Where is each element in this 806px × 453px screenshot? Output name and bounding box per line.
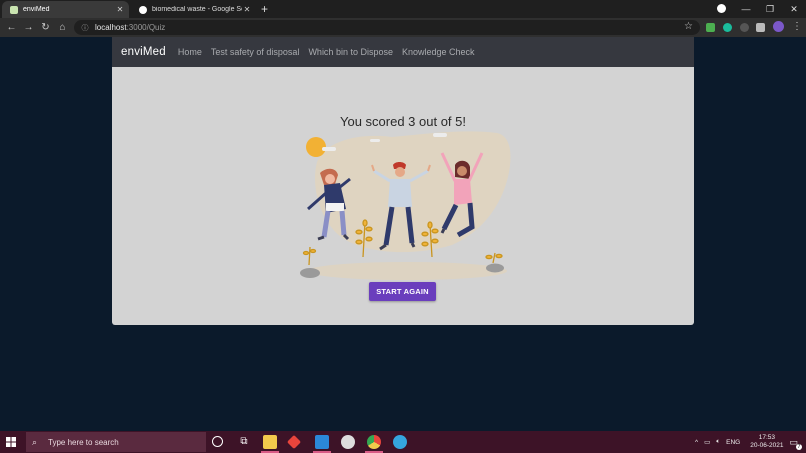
task-view-icon[interactable]: ⧉ [237, 435, 251, 449]
extension-icon[interactable] [740, 23, 749, 32]
extensions-puzzle-icon[interactable] [756, 23, 765, 32]
file-explorer-icon[interactable] [263, 435, 277, 449]
url-path: :3000/Quiz [126, 23, 166, 32]
profile-avatar[interactable] [773, 21, 784, 32]
window-controls: — ❐ ✕ [734, 0, 806, 18]
browser-toolbar: ← → ↻ ⌂ ⓘ localhost :3000/Quiz ☆ ⋮ [0, 18, 806, 37]
back-icon[interactable]: ← [5, 21, 18, 34]
windows-start-icon[interactable] [6, 437, 16, 447]
vscode-icon[interactable] [315, 435, 329, 449]
notification-count-badge: 7 [795, 443, 802, 450]
chevron-up-icon[interactable]: ^ [695, 439, 698, 446]
google-favicon-icon [139, 5, 147, 14]
close-tab-icon[interactable]: ✕ [115, 5, 125, 14]
close-tab-icon[interactable]: ✕ [242, 5, 252, 14]
home-icon[interactable]: ⌂ [56, 21, 69, 34]
clock-date: 20-06-2021 [750, 442, 784, 449]
tab-title: enviMed [23, 6, 50, 13]
search-placeholder: Type here to search [48, 437, 119, 447]
cortana-icon[interactable] [212, 436, 223, 447]
clock-time: 17:53 [758, 434, 775, 441]
browser-tab-google-search[interactable]: biomedical waste - Google Search ✕ [131, 1, 256, 18]
system-tray: ^ ▭ 🔈︎ ENG 17:53 20-06-2021 ▭ 7 [695, 431, 806, 453]
forward-icon[interactable]: → [22, 21, 35, 34]
url-host: localhost [95, 23, 127, 32]
bookmark-star-icon[interactable]: ☆ [684, 21, 693, 32]
minimize-icon[interactable]: — [734, 4, 758, 14]
browser-menu-icon[interactable]: ⋮ [792, 21, 802, 32]
nav-link-knowledge-check[interactable]: Knowledge Check [402, 47, 475, 57]
nav-link-home[interactable]: Home [178, 47, 202, 57]
new-tab-button[interactable]: + [261, 2, 268, 16]
nav-link-which-bin[interactable]: Which bin to Dispose [308, 47, 393, 57]
nav-link-test-safety[interactable]: Test safety of disposal [211, 47, 300, 57]
browser-tab-strip: enviMed ✕ biomedical waste - Google Sear… [0, 0, 806, 18]
volume-icon[interactable]: 🔈︎ [716, 438, 720, 446]
media-indicator-icon[interactable] [717, 4, 726, 13]
site-info-icon[interactable]: ⓘ [78, 23, 92, 33]
extension-icon[interactable] [706, 23, 715, 32]
search-icon: ⌕ [32, 436, 38, 447]
windows-taskbar: ⌕ Type here to search ⧉ ^ ▭ 🔈︎ ENG 17:53… [0, 431, 806, 453]
restore-icon[interactable]: ❐ [758, 4, 782, 15]
browser-tab-envimed[interactable]: enviMed ✕ [2, 1, 129, 18]
battery-icon[interactable]: ▭ [704, 438, 710, 446]
quiz-score-text: You scored 3 out of 5! [339, 114, 466, 129]
app-navbar: enviMed Home Test safety of disposal Whi… [112, 37, 694, 67]
quiz-result-card: You scored 3 out of 5! START AGAIN [112, 67, 694, 325]
tab-title: biomedical waste - Google Search [152, 6, 242, 13]
brand-logo[interactable]: enviMed [121, 46, 166, 58]
chrome-icon[interactable] [367, 435, 381, 449]
close-window-icon[interactable]: ✕ [782, 4, 806, 15]
taskbar-search-box[interactable]: ⌕ Type here to search [26, 432, 206, 452]
address-bar[interactable]: ⓘ localhost :3000/Quiz [74, 20, 700, 35]
taskbar-clock[interactable]: 17:53 20-06-2021 [750, 434, 783, 450]
telegram-icon[interactable] [393, 435, 407, 449]
grammarly-extension-icon[interactable] [723, 23, 732, 32]
notification-icon[interactable]: ▭ 7 [789, 437, 802, 450]
language-indicator[interactable]: ENG [726, 439, 740, 446]
github-desktop-icon[interactable] [341, 435, 355, 449]
git-app-icon[interactable] [286, 434, 302, 450]
envimed-favicon-icon [10, 5, 18, 14]
reload-icon[interactable]: ↻ [39, 21, 52, 34]
start-again-button[interactable]: START AGAIN [369, 282, 436, 301]
